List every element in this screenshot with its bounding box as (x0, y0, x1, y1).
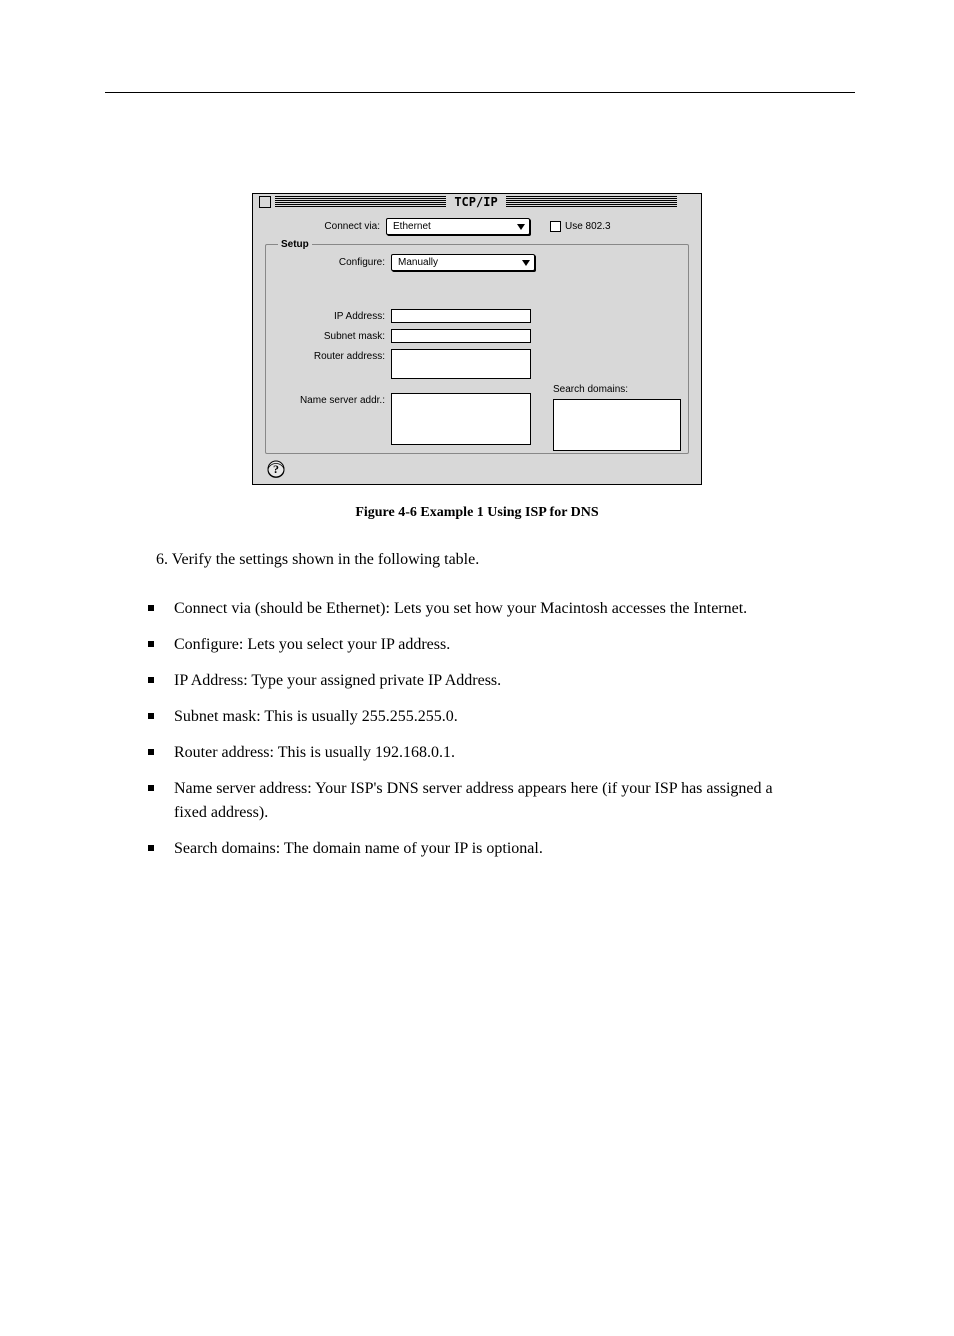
connect-via-label: Connect via: (265, 221, 386, 232)
configure-label: Configure: (270, 257, 391, 268)
list-item: Subnet mask: This is usually 255.255.255… (148, 705, 788, 729)
chevron-down-icon (517, 224, 525, 230)
dialog-body: Connect via: Ethernet Use 802.3 Setup Co… (253, 210, 701, 484)
tcpip-dialog: TCP/IP Connect via: Ethernet Use 802.3 (252, 193, 702, 485)
chevron-down-icon (522, 260, 530, 266)
configure-popup[interactable]: Manually (391, 254, 535, 271)
list-item: Configure: Lets you select your IP addre… (148, 633, 788, 657)
list-item: Name server address: Your ISP's DNS serv… (148, 777, 788, 825)
search-domains-input[interactable] (553, 399, 681, 451)
use-8023-checkbox[interactable]: Use 802.3 (550, 221, 611, 232)
search-domains-label: Search domains: (553, 384, 628, 395)
connect-via-popup[interactable]: Ethernet (386, 218, 530, 235)
list-item: Connect via (should be Ethernet): Lets y… (148, 597, 788, 621)
list-item: IP Address: Type your assigned private I… (148, 669, 788, 693)
titlebar-stripes (275, 196, 446, 208)
connect-via-value: Ethernet (393, 221, 431, 232)
titlebar-stripes (506, 196, 677, 208)
ip-address-input[interactable] (391, 309, 531, 323)
subnet-mask-label: Subnet mask: (270, 331, 391, 342)
header-rule (105, 92, 855, 93)
titlebar: TCP/IP (253, 194, 701, 210)
figure-caption: Figure 4-6 Example 1 Using ISP for DNS (100, 505, 854, 521)
ip-address-label: IP Address: (270, 311, 391, 322)
configure-value: Manually (398, 257, 438, 268)
use-8023-label: Use 802.3 (565, 221, 611, 232)
list-item: Router address: This is usually 192.168.… (148, 741, 788, 765)
setup-legend: Setup (278, 239, 312, 250)
router-address-label: Router address: (270, 349, 391, 362)
close-box-icon[interactable] (259, 196, 271, 208)
router-address-input[interactable] (391, 349, 531, 379)
window-title: TCP/IP (446, 195, 505, 209)
subnet-mask-input[interactable] (391, 329, 531, 343)
name-server-input[interactable] (391, 393, 531, 445)
svg-text:?: ? (273, 462, 279, 476)
list-item: Search domains: The domain name of your … (148, 837, 788, 861)
name-server-label: Name server addr.: (270, 393, 391, 406)
checkbox-icon (550, 221, 561, 232)
instruction-list: Connect via (should be Ethernet): Lets y… (148, 597, 788, 861)
search-domains-group: Search domains: (553, 384, 681, 451)
help-icon[interactable]: ? (267, 460, 285, 478)
step-6: 6. Verify the settings shown in the foll… (156, 551, 854, 569)
